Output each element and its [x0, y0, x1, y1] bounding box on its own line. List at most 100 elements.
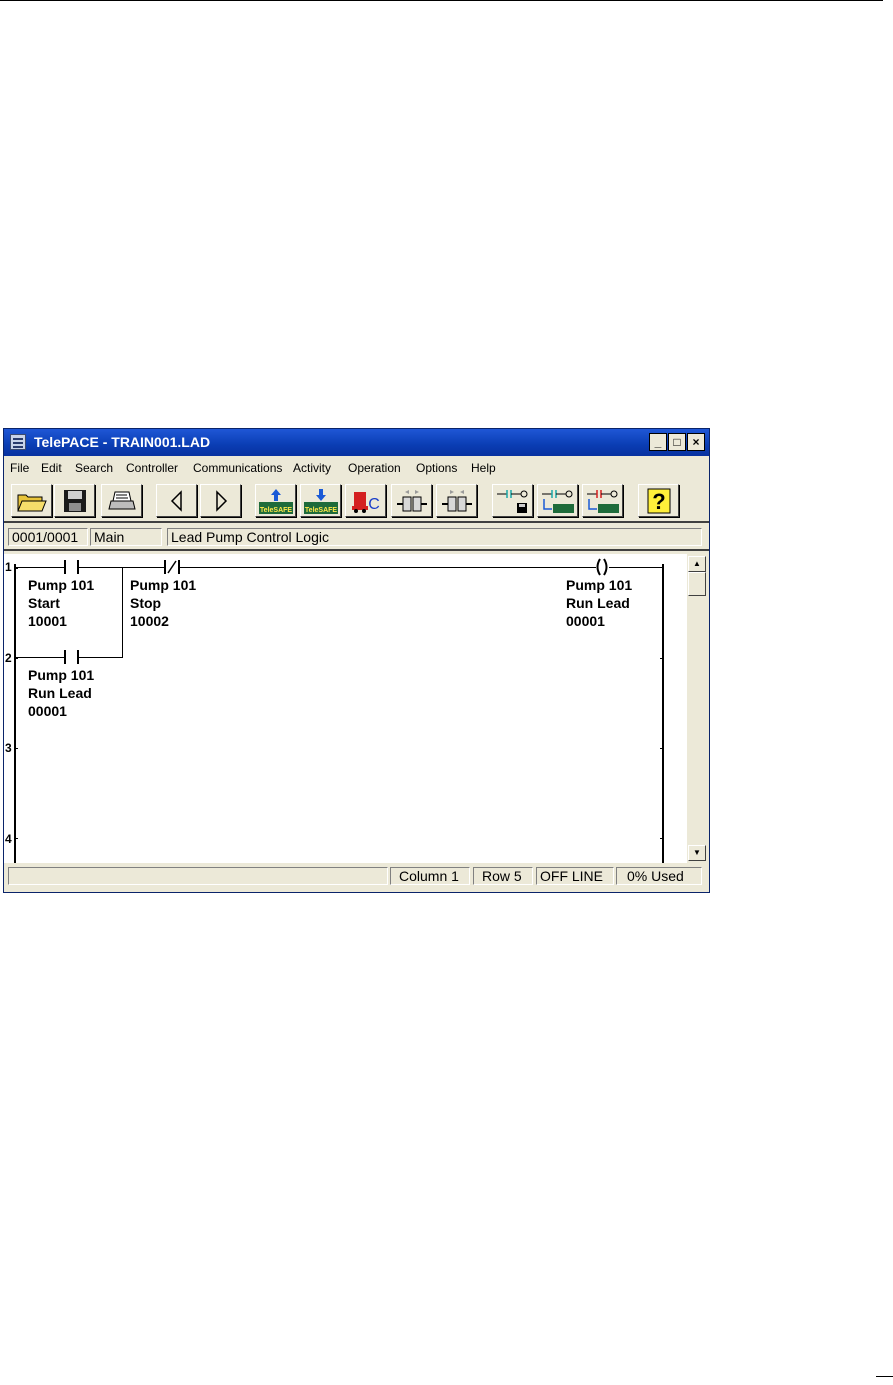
rung-number: 3 [5, 741, 12, 755]
branch-wire [79, 657, 123, 658]
stop-contact-slash [167, 560, 177, 574]
rung-tick [14, 838, 18, 839]
telesafe-label: TeleSAFE [259, 507, 291, 514]
start-contact-label: Pump 101 Start 10001 [28, 576, 94, 630]
window-title: TelePACE - TRAIN001.LAD [34, 434, 211, 450]
close-button[interactable]: × [687, 433, 705, 451]
rung-number: 4 [5, 832, 12, 846]
rung-number: 2 [5, 651, 12, 665]
maximize-button[interactable]: □ [668, 433, 686, 451]
rung-tick [14, 658, 18, 659]
telepace-window: TelePACE - TRAIN001.LAD _ □ × File Edit … [3, 428, 710, 893]
print-button[interactable] [101, 484, 142, 517]
toolbar: TeleSAFE TeleSAFE C ? [4, 481, 709, 523]
run-lead-coil[interactable] [594, 557, 610, 577]
rung-wire [16, 567, 64, 568]
menu-controller[interactable]: Controller [126, 461, 178, 475]
open-button[interactable] [11, 484, 52, 517]
connect-left-button[interactable] [391, 484, 432, 517]
stop-contact-desc: Stop [130, 595, 162, 611]
description-field[interactable]: Lead Pump Control Logic [167, 528, 702, 546]
app-icon[interactable] [10, 434, 26, 450]
right-power-rail [662, 564, 664, 863]
ladder-telesafe-red-icon [586, 489, 619, 513]
menu-activity[interactable]: Activity [293, 461, 331, 475]
vertical-scrollbar[interactable]: ▲ ▼ [688, 554, 706, 863]
open-folder-icon [16, 494, 47, 511]
rung-wire [180, 567, 596, 568]
rung-tick [14, 568, 18, 569]
forward-button[interactable] [200, 484, 241, 517]
ladder-save-icon [496, 489, 527, 513]
branch-wire [16, 657, 64, 658]
seal-contact-left[interactable] [64, 650, 66, 664]
coil-address: 00001 [566, 613, 605, 629]
ladder-save-button[interactable] [492, 484, 533, 517]
page-bottom-mark [876, 1376, 893, 1377]
ladder-telesafe-red-button[interactable] [582, 484, 623, 517]
menu-options[interactable]: Options [416, 461, 457, 475]
upload-telesafe-button[interactable]: TeleSAFE [255, 484, 296, 517]
status-column: Column 1 [390, 867, 470, 885]
telesafe-download-icon: TeleSAFE [303, 488, 338, 514]
scroll-up-button[interactable]: ▲ [688, 556, 706, 572]
telesafe-label: TeleSAFE [304, 507, 336, 514]
start-contact-left[interactable] [64, 560, 66, 574]
connector-icon [396, 489, 427, 511]
title-bar[interactable]: TelePACE - TRAIN001.LAD _ □ × [4, 429, 709, 456]
menu-file[interactable]: File [10, 461, 29, 475]
menu-communications[interactable]: Communications [193, 461, 282, 475]
save-button[interactable] [54, 484, 95, 517]
page-top-rule [0, 0, 883, 1]
help-button[interactable]: ? [638, 484, 679, 517]
menu-bar: File Edit Search Controller Communicatio… [4, 457, 709, 479]
printer-icon [107, 491, 136, 509]
menu-search[interactable]: Search [75, 461, 113, 475]
rung-tick [660, 658, 663, 659]
controller-button[interactable]: C [345, 484, 386, 517]
status-bar: Column 1 Row 5 OFF LINE 0% Used [4, 864, 709, 888]
menu-help[interactable]: Help [471, 461, 496, 475]
rung-tick [660, 838, 663, 839]
back-arrow-icon [170, 489, 182, 512]
info-bar: 0001/0001 Main Lead Pump Control Logic [4, 525, 709, 551]
controller-letter: C [368, 496, 380, 513]
stop-contact-address: 10002 [130, 613, 169, 629]
controller-icon: C [351, 491, 380, 513]
connect-right-button[interactable] [436, 484, 477, 517]
rung-tick [14, 748, 18, 749]
seal-contact-name: Pump 101 [28, 667, 95, 683]
menu-operation[interactable]: Operation [348, 461, 401, 475]
minimize-button[interactable]: _ [649, 433, 667, 451]
seal-contact-address: 00001 [28, 703, 67, 719]
telesafe-upload-icon: TeleSAFE [258, 488, 293, 514]
back-button[interactable] [156, 484, 197, 517]
start-contact-address: 10001 [28, 613, 67, 629]
stop-contact-label: Pump 101 Stop 10002 [130, 576, 196, 630]
ladder-editor[interactable]: 1 2 3 4 Pump 101 Start 10001 Pump 101 St… [4, 554, 687, 863]
status-mode: OFF LINE [536, 867, 614, 885]
help-icon: ? [647, 488, 670, 514]
network-field: Main [90, 528, 162, 546]
help-glyph: ? [652, 489, 665, 514]
stop-contact-name: Pump 101 [130, 577, 197, 593]
branch-vertical [122, 567, 123, 658]
coil-label: Pump 101 Run Lead 00001 [566, 576, 632, 630]
seal-contact-desc: Run Lead [28, 685, 92, 701]
rung-position-field: 0001/0001 [8, 528, 88, 546]
rung-wire [609, 567, 662, 568]
rung-number: 1 [5, 560, 12, 574]
scroll-down-button[interactable]: ▼ [688, 845, 706, 861]
download-telesafe-button[interactable]: TeleSAFE [300, 484, 341, 517]
status-message-field [8, 867, 388, 885]
scroll-thumb[interactable] [688, 572, 706, 596]
status-row: Row 5 [473, 867, 533, 885]
ladder-telesafe-button[interactable] [537, 484, 578, 517]
start-contact-name: Pump 101 [28, 577, 95, 593]
start-contact-desc: Start [28, 595, 60, 611]
menu-edit[interactable]: Edit [41, 461, 62, 475]
left-power-rail [14, 564, 16, 863]
forward-arrow-icon [215, 489, 227, 512]
coil-name: Pump 101 [566, 577, 633, 593]
coil-desc: Run Lead [566, 595, 630, 611]
